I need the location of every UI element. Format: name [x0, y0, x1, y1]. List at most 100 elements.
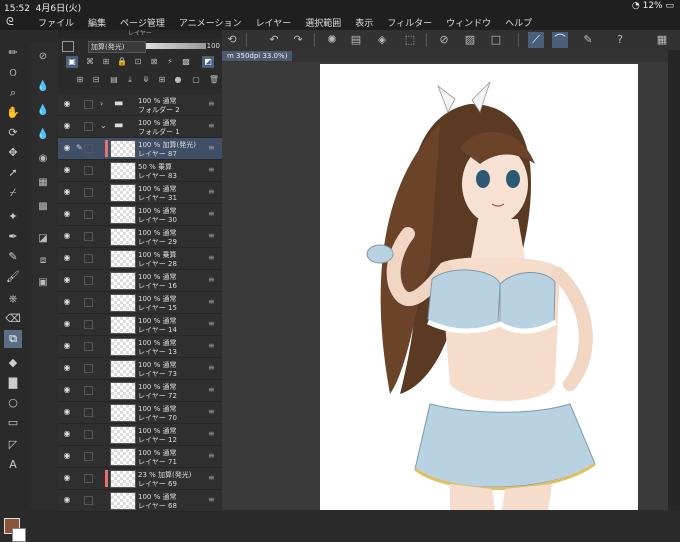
layer-row[interactable]: ◉ 100 % 通常 レイヤー 12 ≡ [58, 424, 222, 446]
lock-alpha-icon[interactable]: ⊡ [132, 56, 144, 68]
new-raster-icon[interactable]: ⊞ [74, 74, 86, 86]
pencil-icon[interactable]: ✎ [4, 248, 22, 266]
help-icon[interactable]: ? [612, 32, 628, 48]
layer-row[interactable]: ◉ ✎ 100 % 加算(発光) レイヤー 87 ≡ [58, 138, 222, 160]
mask-layer-icon[interactable]: ⊞ [156, 74, 168, 86]
eye-icon[interactable]: ◉ [62, 297, 72, 307]
airbrush-icon[interactable]: ⎈ [4, 290, 22, 308]
eye-icon[interactable]: ◉ [62, 319, 72, 329]
menu-item-6[interactable]: 表示 [355, 16, 373, 29]
layer-drag-handle-icon[interactable]: ≡ [208, 495, 216, 505]
layer-row[interactable]: ◉ 100 % 通常 レイヤー 31 ≡ [58, 182, 222, 204]
pen-icon[interactable]: ✒ [4, 228, 22, 246]
layer-drag-handle-icon[interactable]: ≡ [208, 121, 216, 131]
layer-checkbox[interactable] [84, 496, 93, 505]
layer-drag-handle-icon[interactable]: ≡ [208, 253, 216, 263]
reference-layer-icon[interactable]: ⌘ [84, 56, 96, 68]
color-wheel-icon[interactable]: ◉ [34, 150, 52, 168]
layer-checkbox[interactable] [84, 144, 93, 153]
layer-row[interactable]: ◉ 100 % 通常 レイヤー 13 ≡ [58, 336, 222, 358]
eraser-icon[interactable]: ⌫ [4, 310, 22, 328]
menu-item-9[interactable]: ヘルプ [505, 16, 532, 29]
layer-checkbox[interactable] [84, 342, 93, 351]
rotate-icon[interactable]: ⟲ [224, 32, 240, 48]
apply-mask-icon[interactable]: ● [172, 74, 184, 86]
new-vector-icon[interactable]: ⊟ [90, 74, 102, 86]
gradient-icon[interactable]: ▇ [4, 374, 22, 392]
eye-icon[interactable]: ◉ [62, 209, 72, 219]
layer-folder-row[interactable]: ◉ › ▬ 100 % 通常 フォルダー 2 ≡ [58, 94, 222, 116]
layer-row[interactable]: ◉ 100 % 通常 レイヤー 70 ≡ [58, 402, 222, 424]
layers-icon[interactable]: ◪ [34, 230, 52, 248]
clip-mask-icon[interactable]: ▣ [66, 56, 78, 68]
layer-checkbox[interactable] [84, 386, 93, 395]
eye-icon[interactable]: ◉ [62, 341, 72, 351]
layer-row[interactable]: ◉ 100 % 通常 レイヤー 16 ≡ [58, 270, 222, 292]
menu-grid-icon[interactable]: ▦ [654, 32, 670, 48]
water-drop-icon[interactable]: 💧 [34, 78, 52, 96]
transfer-down-icon[interactable]: ⤓ [124, 74, 136, 86]
eye-icon[interactable]: ◉ [62, 187, 72, 197]
text-icon[interactable]: A [4, 456, 22, 474]
layer-drag-handle-icon[interactable]: ≡ [208, 473, 216, 483]
undo-icon[interactable]: ↶ [266, 32, 282, 48]
layer-checkbox[interactable] [84, 122, 93, 131]
eye-icon[interactable]: ◉ [62, 231, 72, 241]
layer-row[interactable]: ◉ 50 % 乗算 レイヤー 83 ≡ [58, 160, 222, 182]
eye-icon[interactable]: ◉ [62, 363, 72, 373]
eye-icon[interactable]: ◉ [62, 407, 72, 417]
layer-row[interactable]: ◉ 100 % 通常 レイヤー 29 ≡ [58, 226, 222, 248]
sub-color-swatch[interactable] [12, 528, 26, 542]
selection-border-icon[interactable]: □ [488, 32, 504, 48]
clip-studio-logo-icon[interactable]: ᘓ [6, 15, 20, 29]
layer-drag-handle-icon[interactable]: ≡ [208, 275, 216, 285]
trash-icon[interactable]: 🗑 [208, 74, 220, 86]
pen-snap-icon[interactable]: ✎ [580, 32, 596, 48]
canvas-tab[interactable]: m 350dpi 33.0%) [222, 51, 293, 61]
water-drop-3-icon[interactable]: 💧 [34, 126, 52, 144]
layer-drag-handle-icon[interactable]: ≡ [208, 99, 216, 109]
layer-checkbox[interactable] [84, 254, 93, 263]
copy-icon[interactable]: ▢ [190, 74, 202, 86]
lasso-icon[interactable]: ଠ [4, 64, 22, 82]
eye-icon[interactable]: ◉ [62, 275, 72, 285]
layer-checkbox[interactable] [84, 474, 93, 483]
select-arrow-icon[interactable]: ➚ [4, 164, 22, 182]
menu-item-1[interactable]: 編集 [88, 16, 106, 29]
layer-checkbox[interactable] [84, 298, 93, 307]
layer-checkbox[interactable] [84, 452, 93, 461]
eye-icon[interactable]: ◉ [62, 253, 72, 263]
opacity-slider[interactable] [146, 43, 206, 49]
menu-item-0[interactable]: ファイル [38, 16, 74, 29]
layer-drag-handle-icon[interactable]: ≡ [208, 385, 216, 395]
layer-drag-handle-icon[interactable]: ≡ [208, 231, 216, 241]
layer-row[interactable]: ◉ 100 % 通常 レイヤー 73 ≡ [58, 358, 222, 380]
layer-drag-handle-icon[interactable]: ≡ [208, 451, 216, 461]
layer-checkbox[interactable] [84, 100, 93, 109]
color-set-icon[interactable]: ▦ [34, 174, 52, 192]
layer-drag-handle-icon[interactable]: ≡ [208, 341, 216, 351]
layer-color-icon[interactable]: ◩ [202, 56, 214, 68]
layer-row[interactable]: ◉ 100 % 通常 レイヤー 71 ≡ [58, 446, 222, 468]
layer-property-icon[interactable]: ▣ [34, 274, 52, 292]
layer-row[interactable]: ◉ 100 % 通常 レイヤー 14 ≡ [58, 314, 222, 336]
ruler-icon[interactable]: ◸ [4, 436, 22, 454]
invert-selection-icon[interactable]: ▨ [462, 32, 478, 48]
eyedropper-icon[interactable]: ⌿ [4, 184, 22, 202]
menu-item-2[interactable]: ページ管理 [120, 16, 165, 29]
curve-snap-icon[interactable]: ⌒ [552, 32, 568, 48]
redo-icon[interactable]: ↷ [290, 32, 306, 48]
ruler-snap-icon[interactable]: ⟋ [528, 32, 544, 48]
menu-item-7[interactable]: フィルター [387, 16, 432, 29]
lock-icon[interactable]: 🔒 [116, 56, 128, 68]
draft-layer-icon[interactable]: ⊠ [148, 56, 160, 68]
layer-checkbox[interactable] [84, 210, 93, 219]
right-scroll-strip[interactable] [668, 50, 680, 510]
layer-drag-handle-icon[interactable]: ≡ [208, 429, 216, 439]
rotate-view-icon[interactable]: ⟳ [4, 124, 22, 142]
material-icon[interactable]: ▩ [34, 198, 52, 216]
fill-icon[interactable]: ▤ [348, 32, 364, 48]
eye-icon[interactable]: ◉ [62, 451, 72, 461]
folder-toggle-icon[interactable]: › [100, 99, 108, 109]
pen-tool-icon[interactable]: ✏ [4, 44, 22, 62]
